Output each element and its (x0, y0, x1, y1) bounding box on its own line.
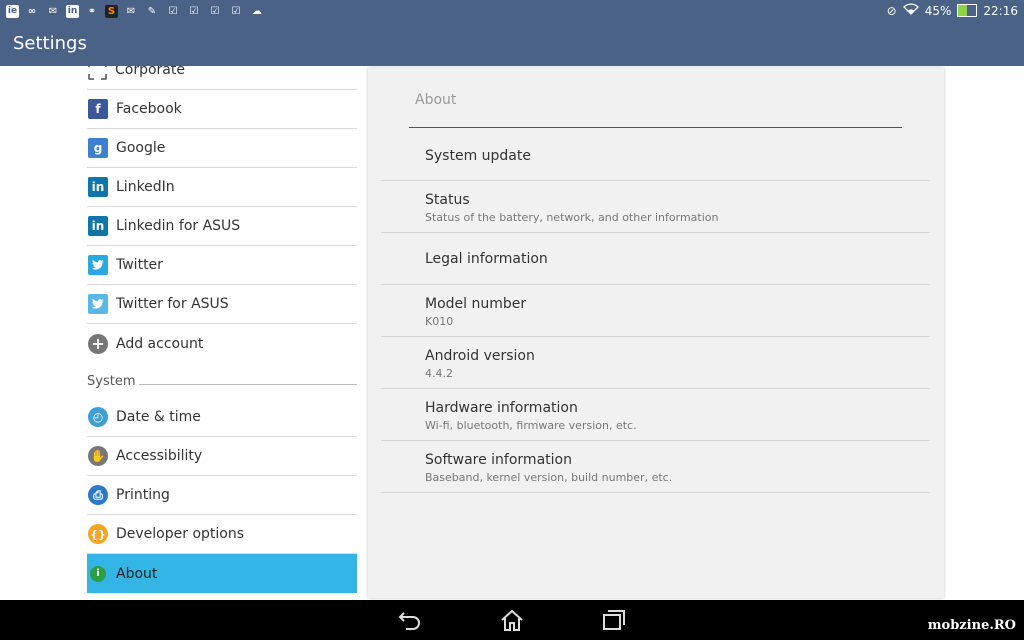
linkedin-icon: in (66, 4, 79, 18)
about-item-android-version[interactable]: Android version 4.4.2 (381, 337, 930, 389)
add-icon: + (88, 333, 108, 354)
system-item-printing[interactable]: ⎙ Printing (87, 476, 357, 515)
sound-off-icon: ⊘ (886, 3, 897, 18)
about-item-summary: 4.4.2 (425, 367, 453, 380)
account-item-corporate[interactable]: Corporate (87, 66, 357, 90)
system-item-label: Date & time (116, 409, 201, 425)
about-item-summary: K010 (425, 315, 454, 328)
account-item-label: Add account (116, 335, 204, 352)
about-item-title: Status (425, 192, 470, 208)
about-item-hardware-information[interactable]: Hardware information Wi-fi, bluetooth, f… (381, 389, 930, 441)
about-pane: About System update Status Status of the… (368, 68, 944, 598)
linkedin-icon: in (88, 216, 108, 236)
account-item-label: Twitter for ASUS (116, 296, 229, 312)
about-item-title: System update (425, 148, 531, 164)
home-icon (501, 609, 523, 631)
clock-icon: ◴ (88, 407, 108, 427)
home-button[interactable] (500, 608, 524, 632)
app-icon: S (105, 4, 118, 18)
clock: 22:16 (983, 3, 1018, 18)
recents-button[interactable] (602, 608, 626, 632)
about-item-summary: Status of the battery, network, and othe… (425, 211, 719, 224)
back-icon (398, 612, 420, 630)
about-item-title: Hardware information (425, 400, 578, 416)
infinity-icon: ∞ (27, 5, 37, 17)
add-account-button[interactable]: + Add account (87, 324, 357, 363)
battery-fill (958, 5, 967, 16)
account-item-twitter[interactable]: Twitter (87, 246, 357, 285)
printer-icon: ⎙ (88, 485, 108, 505)
system-item-label: About (116, 565, 158, 582)
link-icon: ⚭ (87, 5, 97, 17)
account-item-label: Facebook (116, 101, 182, 117)
about-item-status[interactable]: Status Status of the battery, network, a… (381, 181, 930, 233)
hand-icon: ✋ (88, 446, 108, 466)
account-item-twitter-asus[interactable]: Twitter for ASUS (87, 285, 357, 324)
about-item-title: Android version (425, 348, 535, 364)
account-item-label: LinkedIn (116, 179, 175, 195)
check-icon: ☑ (189, 5, 199, 17)
about-item-model-number: Model number K010 (381, 285, 930, 337)
watermark: mobzine.RO (927, 618, 1016, 633)
about-item-system-update[interactable]: System update (381, 129, 930, 181)
account-item-linkedin-asus[interactable]: in Linkedin for ASUS (87, 207, 357, 246)
system-item-developer-options[interactable]: {} Developer options (87, 515, 357, 554)
system-icons: ⊘ 45% 22:16 (887, 3, 1018, 18)
status-bar: ie ∞ ✉ in ⚭ S ✉ ✎ ☑ ☑ ☑ ☑ ☁ ⊘ 45% 22:16 (0, 0, 1024, 22)
page-title: Settings (13, 33, 87, 54)
recents-icon (603, 610, 625, 630)
about-title: About (415, 92, 457, 108)
about-item-title: Legal information (425, 251, 548, 267)
google-icon: g (88, 138, 108, 158)
about-title-divider (409, 127, 902, 128)
account-item-google[interactable]: g Google (87, 129, 357, 168)
battery-icon (957, 4, 978, 17)
wifi-icon (902, 3, 919, 18)
section-header-label: System (87, 374, 136, 389)
facebook-icon: f (88, 99, 108, 119)
check-icon: ☑ (210, 5, 220, 17)
linkedin-icon: in (88, 177, 108, 197)
check-icon: ☑ (231, 5, 241, 17)
system-item-label: Developer options (116, 526, 245, 542)
action-bar: Settings (0, 22, 1024, 66)
braces-icon: {} (88, 524, 108, 544)
about-item-summary: Wi-fi, bluetooth, firmware version, etc. (425, 419, 637, 432)
twitter-icon (88, 294, 108, 314)
notification-icons: ie ∞ ✉ in ⚭ S ✉ ✎ ☑ ☑ ☑ ☑ ☁ (6, 3, 265, 19)
corporate-icon (88, 66, 107, 80)
about-item-software-information[interactable]: Software information Baseband, kernel ve… (381, 441, 930, 493)
section-header-system: System (87, 372, 357, 398)
ie-icon: ie (6, 4, 19, 18)
settings-header-list[interactable]: Corporate f Facebook g Google in LinkedI… (87, 66, 357, 600)
navigation-bar: mobzine.RO (0, 600, 1024, 640)
account-item-linkedin[interactable]: in LinkedIn (87, 168, 357, 207)
section-divider (139, 384, 357, 385)
info-icon: i (90, 565, 106, 582)
back-button[interactable] (398, 608, 422, 632)
twitter-icon (88, 255, 108, 275)
mail-icon: ✉ (48, 5, 58, 17)
battery-percent: 45% (924, 3, 952, 18)
system-item-accessibility[interactable]: ✋ Accessibility (87, 437, 357, 476)
about-item-title: Software information (425, 452, 572, 468)
email-icon: ✉ (126, 5, 136, 17)
system-item-date-time[interactable]: ◴ Date & time (87, 398, 357, 437)
about-item-legal-information[interactable]: Legal information (381, 233, 930, 285)
account-item-label: Google (116, 140, 166, 156)
about-item-summary: Baseband, kernel version, build number, … (425, 471, 673, 484)
system-item-label: Printing (116, 487, 170, 503)
system-item-label: Accessibility (116, 448, 203, 464)
system-item-about[interactable]: i About (87, 554, 357, 593)
account-item-label: Linkedin for ASUS (116, 218, 241, 234)
check-icon: ☑ (168, 5, 178, 17)
account-item-label: Twitter (116, 257, 163, 273)
cloud-icon: ☁ (252, 5, 262, 17)
about-item-title: Model number (425, 296, 527, 312)
account-item-facebook[interactable]: f Facebook (87, 90, 357, 129)
notes-icon: ✎ (147, 5, 157, 17)
account-item-label: Corporate (115, 66, 185, 78)
